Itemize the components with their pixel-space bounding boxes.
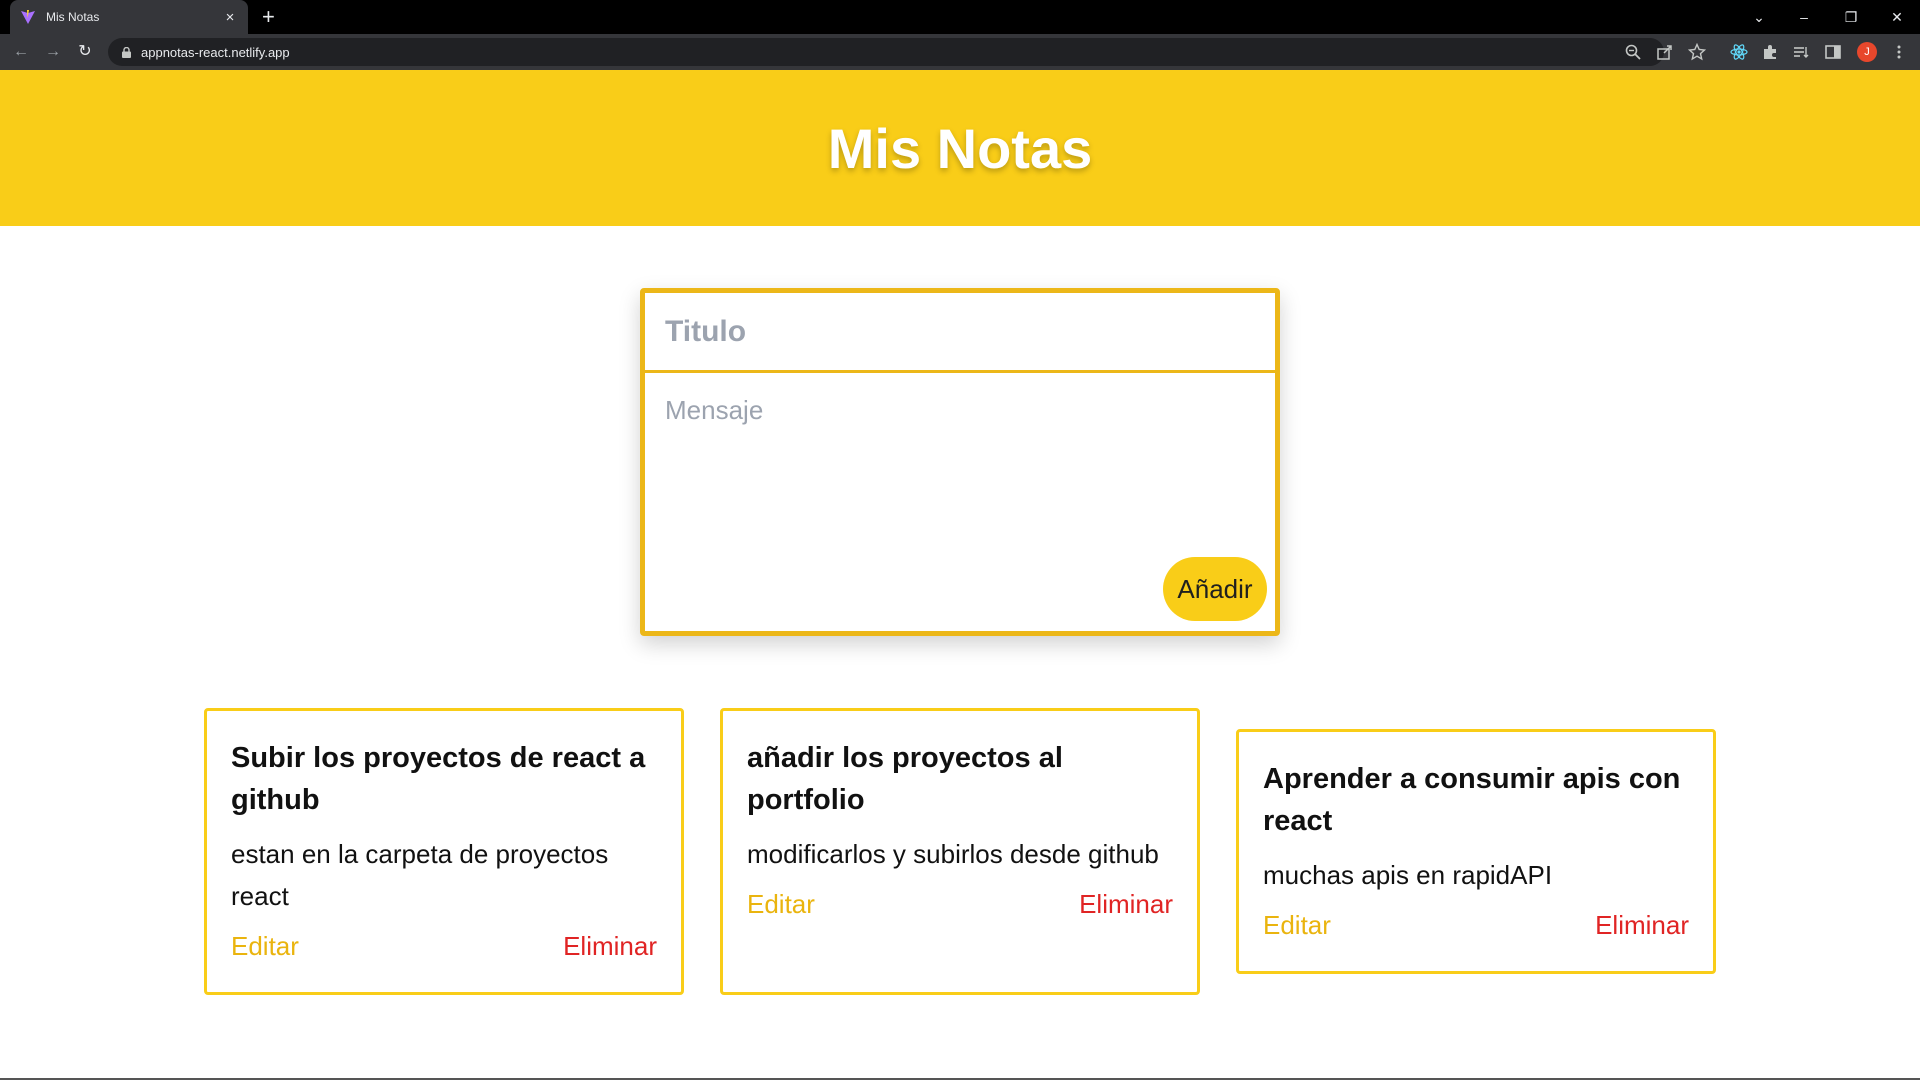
page-title: Mis Notas bbox=[827, 116, 1093, 180]
browser-tab-bar: Mis Notas × + ⌄ – ❐ ✕ bbox=[0, 0, 1920, 34]
note-card: Aprender a consumir apis con react mucha… bbox=[1236, 729, 1716, 974]
browser-toolbar: ← → ↻ appnotas-react.netlify.app bbox=[0, 34, 1920, 70]
new-tab-button[interactable]: + bbox=[262, 5, 275, 29]
tab-search-icon[interactable]: ⌄ bbox=[1749, 7, 1769, 27]
note-actions: Editar Eliminar bbox=[1263, 904, 1689, 946]
note-title-input[interactable] bbox=[645, 293, 1275, 373]
extensions-icon[interactable] bbox=[1761, 43, 1779, 61]
edit-note-button[interactable]: Editar bbox=[1263, 904, 1331, 946]
forward-button[interactable]: → bbox=[42, 41, 64, 63]
restore-button[interactable]: ❐ bbox=[1841, 7, 1861, 27]
note-body: estan en la carpeta de proyectos react bbox=[231, 839, 609, 911]
note-title: Aprender a consumir apis con react bbox=[1263, 763, 1681, 837]
note-title: añadir los proyectos al portfolio bbox=[747, 742, 1063, 816]
zoom-icon[interactable] bbox=[1624, 43, 1642, 61]
address-bar[interactable]: appnotas-react.netlify.app bbox=[108, 38, 1664, 66]
menu-icon[interactable] bbox=[1890, 43, 1908, 61]
side-panel-icon[interactable] bbox=[1824, 43, 1842, 61]
reload-button[interactable]: ↻ bbox=[74, 41, 96, 63]
close-window-button[interactable]: ✕ bbox=[1887, 7, 1907, 27]
lock-icon bbox=[122, 46, 131, 58]
back-button[interactable]: ← bbox=[10, 41, 32, 63]
note-body: muchas apis en rapidAPI bbox=[1263, 860, 1553, 890]
vite-favicon-icon bbox=[21, 10, 35, 24]
note-card: añadir los proyectos al portfolio modifi… bbox=[720, 708, 1200, 995]
new-note-form: Añadir bbox=[640, 288, 1280, 636]
browser-tab[interactable]: Mis Notas × bbox=[10, 0, 248, 34]
delete-note-button[interactable]: Eliminar bbox=[1079, 883, 1173, 925]
share-icon[interactable] bbox=[1656, 43, 1674, 61]
note-title: Subir los proyectos de react a github bbox=[231, 742, 646, 816]
react-devtools-icon[interactable] bbox=[1730, 43, 1748, 61]
page-header: Mis Notas bbox=[0, 70, 1920, 226]
delete-note-button[interactable]: Eliminar bbox=[563, 925, 657, 967]
tab-title: Mis Notas bbox=[46, 10, 100, 24]
tab-close-icon[interactable]: × bbox=[222, 9, 238, 26]
add-note-button[interactable]: Añadir bbox=[1163, 557, 1267, 621]
reading-list-icon[interactable] bbox=[1792, 43, 1810, 61]
url-text: appnotas-react.netlify.app bbox=[141, 44, 290, 60]
edit-note-button[interactable]: Editar bbox=[231, 925, 299, 967]
minimize-button[interactable]: – bbox=[1794, 7, 1814, 27]
note-card: Subir los proyectos de react a github es… bbox=[204, 708, 684, 995]
delete-note-button[interactable]: Eliminar bbox=[1595, 904, 1689, 946]
note-actions: Editar Eliminar bbox=[231, 925, 657, 967]
note-actions: Editar Eliminar bbox=[747, 883, 1173, 925]
edit-note-button[interactable]: Editar bbox=[747, 883, 815, 925]
bookmark-star-icon[interactable] bbox=[1688, 43, 1706, 61]
note-body: modificarlos y subirlos desde github bbox=[747, 839, 1159, 869]
profile-avatar[interactable]: J bbox=[1857, 42, 1877, 62]
